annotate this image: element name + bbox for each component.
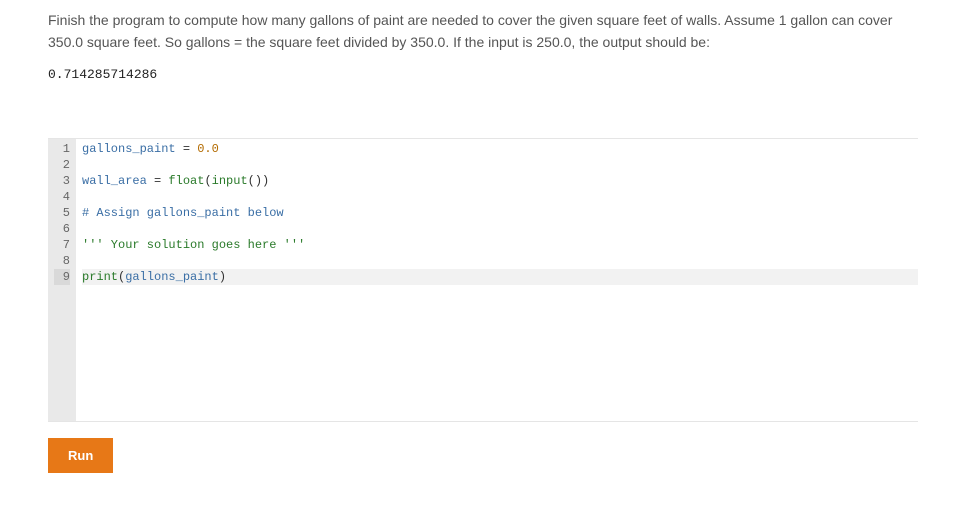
line-number: 1 xyxy=(54,141,70,157)
code-line[interactable]: print(gallons_paint) xyxy=(82,269,918,285)
line-number: 6 xyxy=(54,221,70,237)
line-number: 9 xyxy=(54,269,70,285)
code-token: ( xyxy=(204,174,211,188)
line-number: 5 xyxy=(54,205,70,221)
code-area[interactable]: gallons_paint = 0.0 wall_area = float(inp… xyxy=(76,139,918,421)
line-number: 8 xyxy=(54,253,70,269)
code-token: = xyxy=(147,174,169,188)
code-line[interactable] xyxy=(82,253,918,269)
code-token: 0.0 xyxy=(197,142,219,156)
code-editor[interactable]: 123456789 gallons_paint = 0.0 wall_area =… xyxy=(48,138,918,422)
code-line[interactable]: gallons_paint = 0.0 xyxy=(82,141,918,157)
code-token: ()) xyxy=(248,174,270,188)
line-number: 4 xyxy=(54,189,70,205)
code-token: ''' Your solution goes here ''' xyxy=(82,238,305,252)
code-line[interactable] xyxy=(82,157,918,173)
code-token: = xyxy=(176,142,198,156)
line-number-gutter: 123456789 xyxy=(48,139,76,421)
line-number: 3 xyxy=(54,173,70,189)
code-token: gallons_paint xyxy=(82,142,176,156)
line-number: 2 xyxy=(54,157,70,173)
code-line[interactable] xyxy=(82,189,918,205)
expected-output: 0.714285714286 xyxy=(48,67,918,82)
code-token: gallons_paint xyxy=(125,270,219,284)
code-token: float xyxy=(168,174,204,188)
line-number: 7 xyxy=(54,237,70,253)
run-button[interactable]: Run xyxy=(48,438,113,473)
code-token: ) xyxy=(219,270,226,284)
code-token: input xyxy=(212,174,248,188)
code-line[interactable] xyxy=(82,221,918,237)
code-token: # Assign gallons_paint below xyxy=(82,206,284,220)
code-token: wall_area xyxy=(82,174,147,188)
code-line[interactable]: wall_area = float(input()) xyxy=(82,173,918,189)
code-token: print xyxy=(82,270,118,284)
code-line[interactable]: ''' Your solution goes here ''' xyxy=(82,237,918,253)
code-line[interactable]: # Assign gallons_paint below xyxy=(82,205,918,221)
problem-description: Finish the program to compute how many g… xyxy=(48,10,918,53)
